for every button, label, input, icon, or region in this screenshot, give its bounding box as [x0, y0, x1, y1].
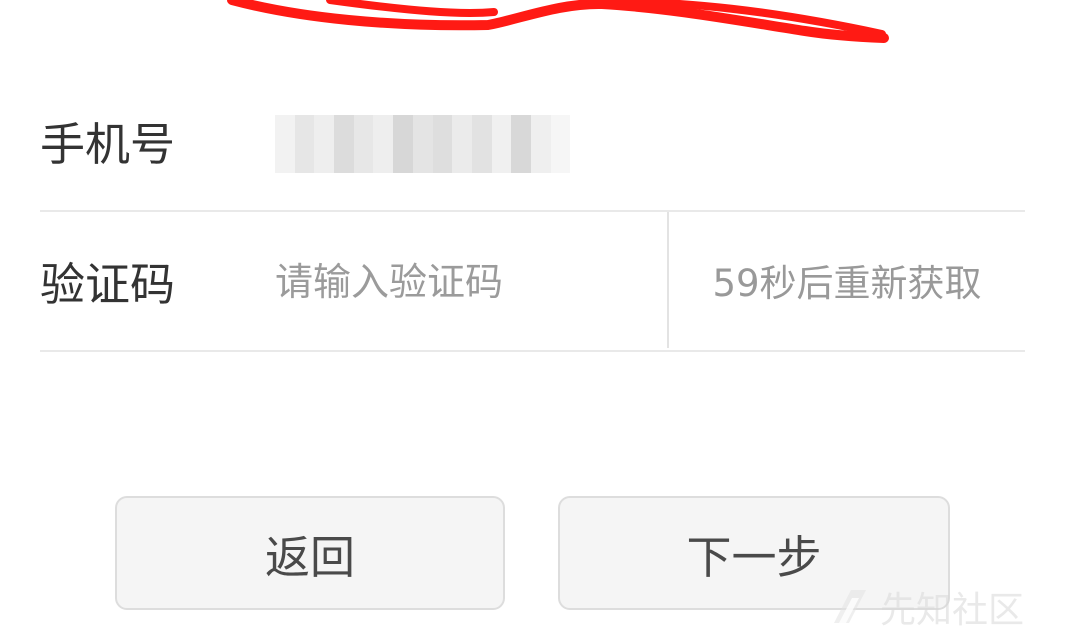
- phone-number-redacted: [275, 115, 590, 173]
- redacted-pixel: [491, 115, 512, 173]
- verification-code-label: 验证码: [40, 258, 176, 311]
- watermark-text: 先知社区: [880, 590, 1025, 631]
- redacted-pixel: [452, 115, 472, 173]
- phone-row: 手机号: [40, 70, 1025, 212]
- redacted-pixel: [393, 115, 413, 173]
- red-marker-redaction: [227, 0, 889, 43]
- back-button[interactable]: 返回: [115, 496, 505, 610]
- redacted-pixel: [334, 115, 354, 173]
- resend-code-countdown-button[interactable]: 59秒后重新获取: [669, 210, 1025, 350]
- redacted-pixel: [530, 115, 551, 173]
- redacted-pixel: [275, 115, 295, 173]
- verification-code-row: 验证码 59秒后重新获取: [40, 210, 1025, 352]
- redacted-pixel: [373, 115, 394, 173]
- redacted-pixel: [511, 115, 531, 173]
- phone-label: 手机号: [40, 118, 176, 171]
- redacted-pixel: [294, 115, 315, 173]
- redacted-pixel: [432, 115, 453, 173]
- redacted-pixel: [412, 115, 433, 173]
- verification-page: 手机号 验证码 59秒后重新获取 返回 下一步: [0, 0, 1080, 639]
- watermark-logo-icon: [834, 590, 866, 623]
- verification-code-input[interactable]: [275, 250, 660, 314]
- redacted-pixel: [550, 115, 571, 173]
- watermark: 先知社区: [828, 583, 1060, 631]
- redacted-pixel: [471, 115, 492, 173]
- redacted-pixel: [570, 115, 590, 173]
- redacted-pixel: [314, 115, 335, 173]
- redacted-pixel: [353, 115, 374, 173]
